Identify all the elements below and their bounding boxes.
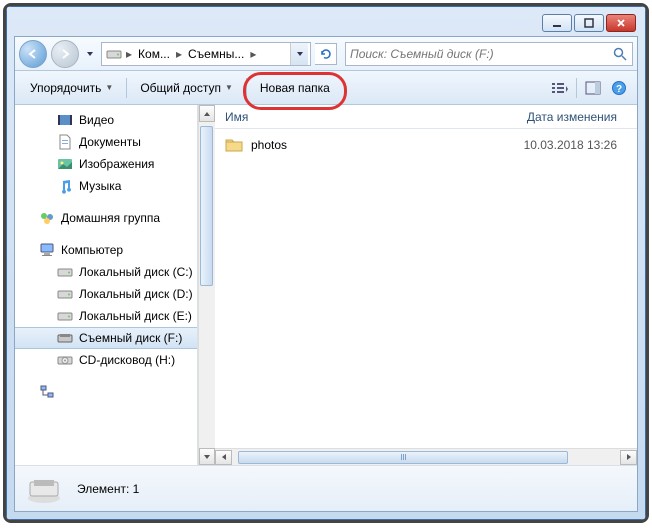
close-button[interactable] [606,14,636,32]
svg-text:?: ? [616,84,622,95]
scroll-thumb[interactable] [200,126,213,286]
sidebar-item-drive-d[interactable]: Локальный диск (D:) [15,283,197,305]
sidebar-item-network[interactable] [15,381,197,403]
document-icon [57,134,73,150]
refresh-button[interactable] [315,43,337,65]
file-row[interactable]: photos 10.03.2018 13:26 [215,133,637,157]
hdd-icon [57,286,73,302]
music-icon [57,178,73,194]
view-button[interactable] [548,76,572,100]
status-bar: Элемент: 1 [15,465,637,511]
file-date: 10.03.2018 13:26 [393,138,637,152]
search-box[interactable] [345,42,633,66]
hdd-icon [57,264,73,280]
drive-icon [106,46,122,62]
file-pane: Имя Дата изменения photos 10.03.2018 13:… [215,105,637,465]
cd-drive-icon [57,352,73,368]
back-button[interactable] [19,40,47,68]
column-name[interactable]: Имя [215,110,375,124]
network-icon [39,384,55,400]
organize-label: Упорядочить [30,81,101,95]
address-bar: ▸ Ком... ▸ Съемны... ▸ [15,37,637,71]
sidebar-item-drive-e[interactable]: Локальный диск (E:) [15,305,197,327]
breadcrumb[interactable]: ▸ Ком... ▸ Съемны... ▸ [101,42,311,66]
sidebar-item-drive-h[interactable]: CD-дисковод (H:) [15,349,197,371]
computer-icon [39,242,55,258]
picture-icon [57,156,73,172]
organize-button[interactable]: Упорядочить ▼ [21,76,122,100]
removable-drive-icon [25,472,63,506]
scroll-left-button[interactable] [215,450,232,465]
history-dropdown[interactable] [83,44,97,64]
chevron-right-icon: ▸ [124,47,134,61]
column-headers: Имя Дата изменения [215,105,637,129]
help-button[interactable]: ? [607,76,631,100]
sidebar-item-videos[interactable]: Видео [15,109,197,131]
navigation-pane: Видео Документы Изображения Музыка Домаш… [15,105,198,465]
sidebar-item-pictures[interactable]: Изображения [15,153,197,175]
chevron-right-icon: ▸ [248,47,258,61]
sidebar-scrollbar[interactable] [198,105,215,465]
scroll-up-button[interactable] [199,105,215,122]
sidebar-item-drive-f[interactable]: Съемный диск (F:) [15,327,197,349]
preview-pane-button[interactable] [581,76,605,100]
removable-drive-icon [57,330,73,346]
folder-icon [225,136,243,154]
forward-button[interactable] [51,40,79,68]
search-icon [612,46,628,62]
sidebar-item-music[interactable]: Музыка [15,175,197,197]
scroll-down-button[interactable] [199,448,215,465]
separator [126,78,127,98]
file-name: photos [251,138,393,152]
chevron-down-icon: ▼ [225,83,233,92]
toolbar: Упорядочить ▼ Общий доступ ▼ Новая папка ? [15,71,637,105]
breadcrumb-drive[interactable]: Съемны... [184,47,248,61]
maximize-button[interactable] [574,14,604,32]
column-date[interactable]: Дата изменения [375,110,637,124]
sidebar-item-computer[interactable]: Компьютер [15,239,197,261]
scroll-right-button[interactable] [620,450,637,465]
new-folder-label: Новая папка [260,81,330,95]
scroll-thumb[interactable] [238,451,568,464]
sidebar-item-documents[interactable]: Документы [15,131,197,153]
sidebar-item-homegroup[interactable]: Домашняя группа [15,207,197,229]
separator [246,78,247,98]
horizontal-scrollbar[interactable] [215,448,637,465]
chevron-down-icon: ▼ [105,83,113,92]
new-folder-button[interactable]: Новая папка [251,76,339,100]
separator [576,78,577,98]
video-icon [57,112,73,128]
sidebar-item-drive-c[interactable]: Локальный диск (C:) [15,261,197,283]
chevron-right-icon: ▸ [174,47,184,61]
minimize-button[interactable] [542,14,572,32]
titlebar [14,14,638,36]
file-list[interactable]: photos 10.03.2018 13:26 [215,129,637,448]
share-button[interactable]: Общий доступ ▼ [131,76,242,100]
search-input[interactable] [350,47,612,61]
status-text: Элемент: 1 [77,482,139,496]
hdd-icon [57,308,73,324]
breadcrumb-computer[interactable]: Ком... [134,47,174,61]
homegroup-icon [39,210,55,226]
share-label: Общий доступ [140,81,221,95]
breadcrumb-dropdown[interactable] [290,43,308,65]
